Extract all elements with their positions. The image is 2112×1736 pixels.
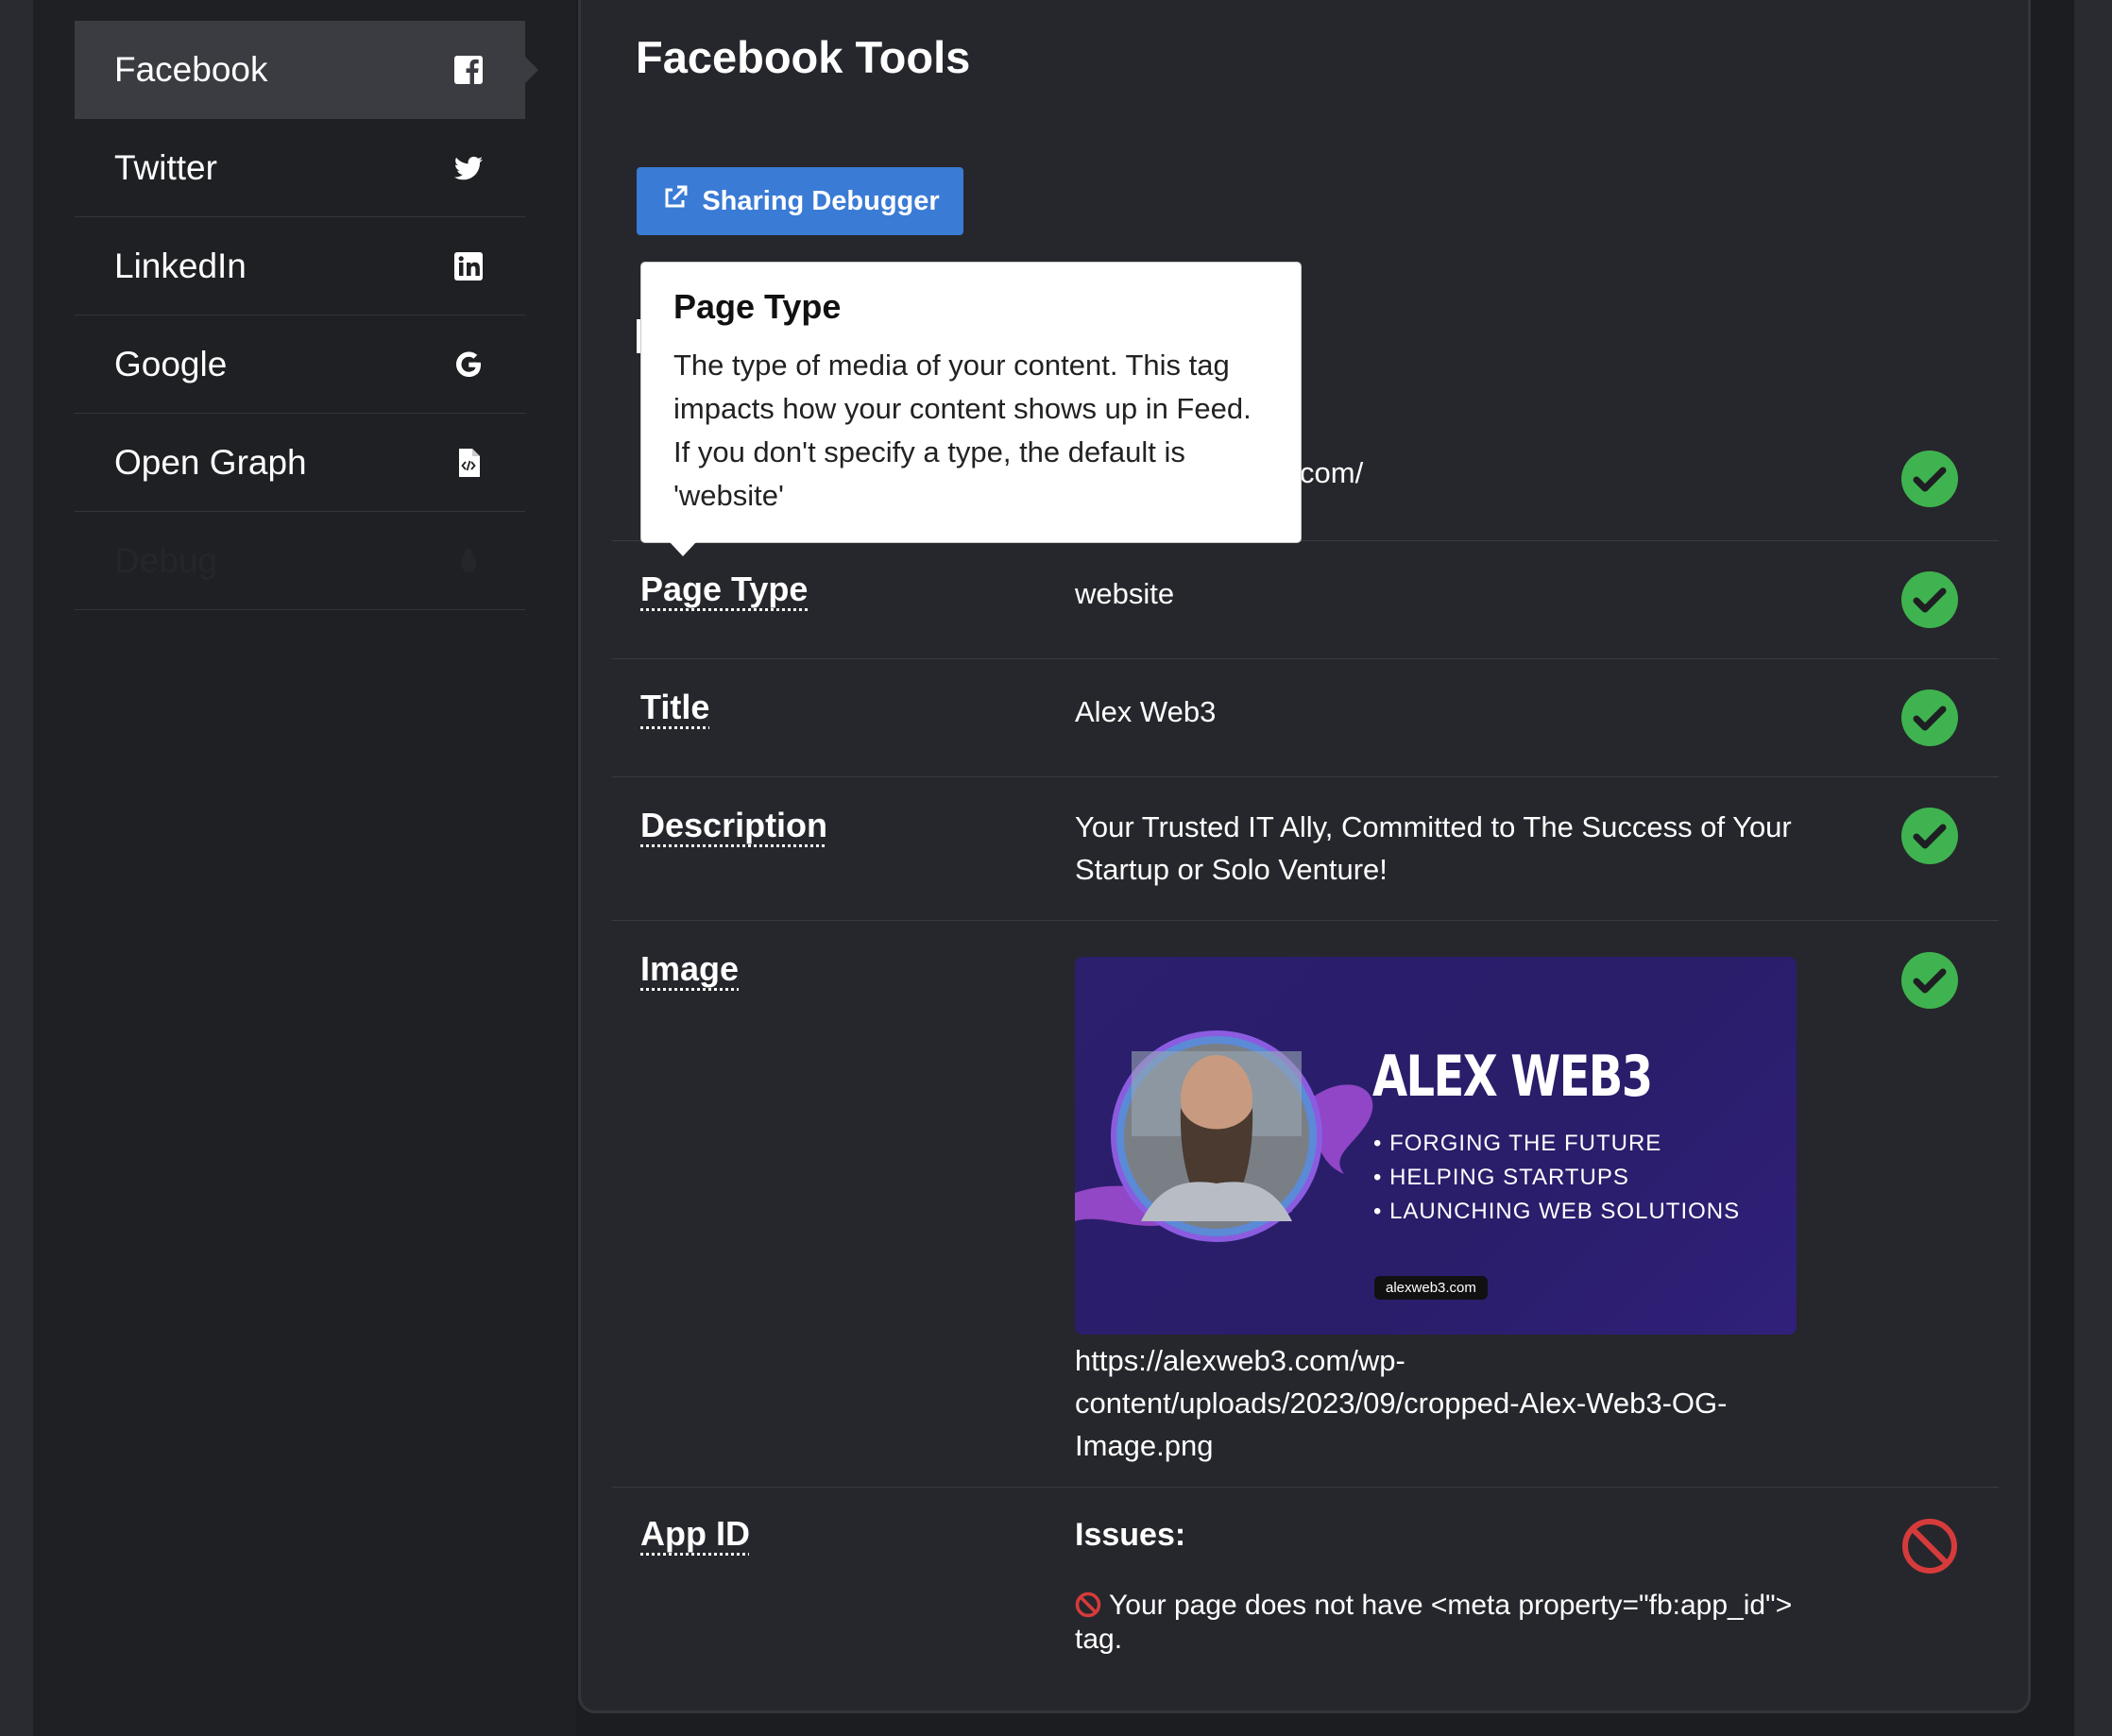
sidebar-nav: Facebook Twitter LinkedIn Google Open Gr…: [75, 21, 538, 610]
og-image-preview: ALEX WEB3 • FORGING THE FUTURE • HELPING…: [1075, 957, 1797, 1335]
tooltip-title: Page Type: [673, 287, 842, 326]
bug-icon: [451, 544, 485, 578]
og-image-domain-badge: alexweb3.com: [1374, 1276, 1488, 1300]
check-circle-icon: [1901, 571, 1958, 628]
sidebar-item-label: LinkedIn: [114, 246, 247, 285]
sidebar-item-linkedin[interactable]: LinkedIn: [75, 217, 525, 315]
tooltip-body: The type of media of your content. This …: [673, 349, 1252, 512]
og-image-bullet: • HELPING STARTUPS: [1373, 1165, 1629, 1190]
twitter-bird-icon: [451, 151, 485, 185]
app-id-issues: Issues: Your page does not have <meta pr…: [1075, 1514, 1793, 1657]
table-row-title: Title Alex Web3: [612, 658, 1999, 776]
code-file-icon: [451, 446, 485, 480]
table-row-description: Description Your Trusted IT Ally, Commit…: [612, 776, 1999, 920]
app-id-label[interactable]: App ID: [640, 1514, 750, 1554]
image-url-value: https://alexweb3.com/wp-content/uploads/…: [1075, 1344, 1728, 1462]
google-g-icon: [451, 348, 485, 382]
sidebar-item-google[interactable]: Google: [75, 315, 525, 414]
og-image-bullet: • FORGING THE FUTURE: [1373, 1131, 1662, 1156]
table-row-page-type: Page Type website: [612, 540, 1999, 658]
sidebar-item-open-graph[interactable]: Open Graph: [75, 414, 525, 512]
sidebar-item-twitter[interactable]: Twitter: [75, 119, 525, 217]
sidebar-item-label: Twitter: [114, 147, 217, 187]
table-row-image: Image ALEX WEB3 • FORGING THE FUTURE • H…: [612, 920, 1999, 1487]
issue-item: Your page does not have <meta property="…: [1075, 1589, 1793, 1657]
check-circle-icon: [1901, 689, 1958, 746]
sidebar-item-label: Debug: [114, 540, 218, 580]
facebook-square-icon: [451, 53, 485, 87]
sharing-debugger-button[interactable]: Sharing Debugger: [637, 167, 963, 235]
description-value: Your Trusted IT Ally, Committed to The S…: [1075, 810, 1792, 886]
external-link-icon: [660, 182, 690, 220]
window-right-edge: [2074, 0, 2112, 1736]
issue-text: Your page does not have <meta property="…: [1075, 1590, 1793, 1655]
url-value-fragment: com/: [1300, 456, 1364, 489]
page-type-value: website: [1075, 577, 1175, 610]
image-label[interactable]: Image: [640, 949, 739, 989]
sidebar-item-label: Facebook: [114, 50, 268, 89]
table-row-app-id: App ID Issues: Your page does not have <…: [612, 1487, 1999, 1676]
sidebar-item-label: Google: [114, 344, 228, 383]
linkedin-icon: [451, 249, 485, 283]
title-value: Alex Web3: [1075, 695, 1217, 728]
sidebar-item-facebook[interactable]: Facebook: [75, 21, 538, 119]
og-image-heading: ALEX WEB3: [1372, 1044, 1653, 1110]
check-circle-icon: [1901, 451, 1958, 507]
sharing-debugger-label: Sharing Debugger: [702, 185, 940, 216]
check-circle-icon: [1901, 808, 1958, 864]
sidebar-item-debug[interactable]: Debug: [75, 512, 525, 610]
page-type-label[interactable]: Page Type: [640, 570, 808, 609]
ban-icon: [1075, 1591, 1101, 1618]
check-circle-icon: [1901, 952, 1958, 1009]
page-type-tooltip: Page Type The type of media of your cont…: [640, 262, 1302, 556]
description-label[interactable]: Description: [640, 806, 827, 845]
title-label[interactable]: Title: [640, 688, 709, 727]
og-image-bullets: • FORGING THE FUTURE • HELPING STARTUPS …: [1373, 1127, 1740, 1229]
page-title: Facebook Tools: [636, 32, 971, 82]
og-image-bullet: • LAUNCHING WEB SOLUTIONS: [1373, 1199, 1741, 1224]
sidebar-item-label: Open Graph: [114, 442, 307, 482]
window-left-edge: [0, 0, 33, 1736]
issues-title: Issues:: [1075, 1517, 1186, 1553]
ban-status-icon: [1902, 1519, 1957, 1574]
